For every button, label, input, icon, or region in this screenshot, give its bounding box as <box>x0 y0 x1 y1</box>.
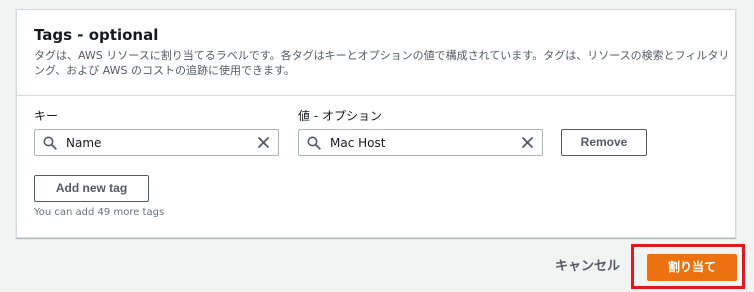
assign-button[interactable]: 割り当て <box>647 254 737 281</box>
search-icon <box>43 136 57 150</box>
close-icon[interactable] <box>520 135 535 150</box>
tags-remaining-hint: You can add 49 more tags <box>34 207 165 218</box>
value-label: 値 - オプション <box>298 109 382 123</box>
panel-header: Tags - optional タグは、AWS リソースに割り当てるラベルです。… <box>17 10 735 96</box>
close-icon[interactable] <box>256 135 271 150</box>
key-input[interactable]: Name <box>34 129 279 156</box>
key-input-value: Name <box>66 136 102 150</box>
cancel-button[interactable]: キャンセル <box>555 258 620 276</box>
value-input[interactable]: Mac Host <box>298 129 543 156</box>
value-input-value: Mac Host <box>330 136 386 150</box>
key-label: キー <box>34 109 59 123</box>
search-icon <box>307 136 321 150</box>
remove-tag-button[interactable]: Remove <box>561 129 647 156</box>
panel-description: タグは、AWS リソースに割り当てるラベルです。各タグはキーとオプションの値で構… <box>34 49 730 77</box>
panel-title: Tags - optional <box>34 26 159 44</box>
add-new-tag-button[interactable]: Add new tag <box>34 175 149 202</box>
